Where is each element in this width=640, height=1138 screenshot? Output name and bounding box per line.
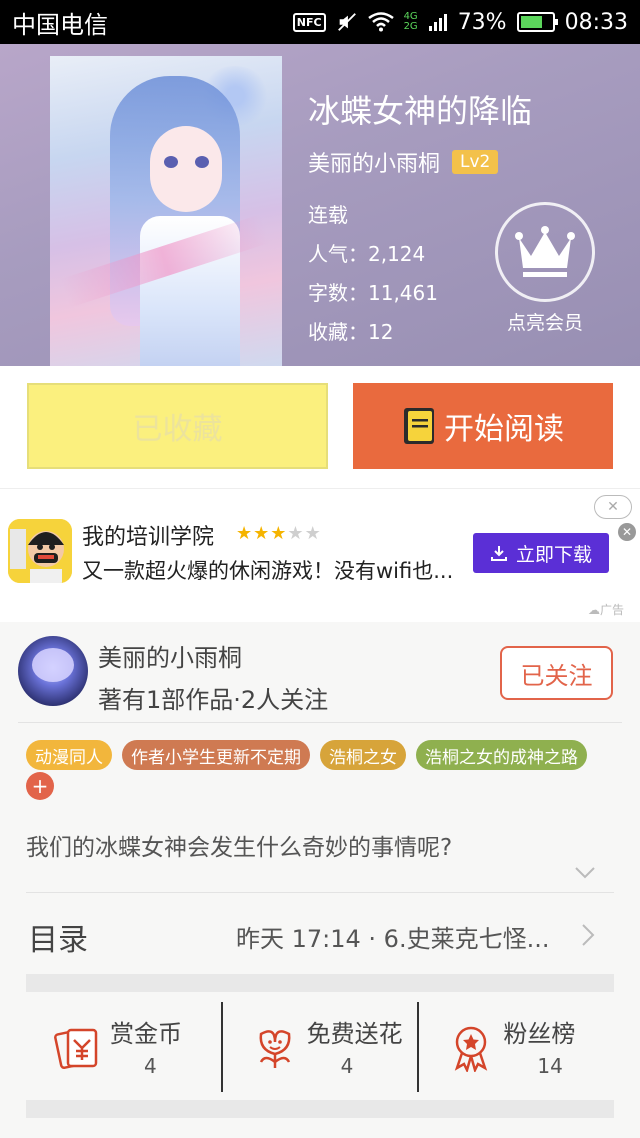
- support-actions: 赏金币 4 免费送花 4 粉丝榜 14: [26, 1002, 614, 1092]
- tag-chip[interactable]: 浩桐之女: [320, 740, 406, 770]
- network-bottom: 2G: [403, 21, 418, 32]
- section-separator: [26, 1100, 614, 1118]
- star-empty-icon: ★: [304, 523, 322, 544]
- ad-download-button[interactable]: 立即下载: [473, 533, 609, 573]
- clock: 08:33: [564, 9, 628, 35]
- tag-list: 动漫同人 作者小学生更新不定期 浩桐之女 浩桐之女的成神之路: [26, 740, 587, 770]
- chevron-down-icon[interactable]: [574, 866, 596, 880]
- start-reading-button[interactable]: 开始阅读: [353, 383, 613, 469]
- add-tag-button[interactable]: +: [26, 772, 54, 800]
- send-flowers-count: 4: [340, 1054, 354, 1078]
- tag-chip[interactable]: 作者小学生更新不定期: [122, 740, 310, 770]
- battery-icon: [516, 12, 558, 32]
- fan-ranking-label: 粉丝榜: [503, 1020, 576, 1048]
- table-of-contents-row[interactable]: 目录 昨天 17:14 · 6.史莱克七怪...: [0, 893, 640, 973]
- ad-tag: ☁广告: [588, 603, 625, 617]
- send-flowers-button[interactable]: 免费送花 4: [220, 1002, 418, 1092]
- ad-rating: ★★★★★: [236, 523, 322, 544]
- book-title: 冰蝶女神的降临: [308, 92, 533, 130]
- collected-button[interactable]: 已收藏: [27, 383, 328, 469]
- ad-description: 又一款超火爆的休闲游戏！没有wifi也...: [82, 559, 454, 583]
- book-cover[interactable]: [50, 56, 282, 366]
- book-icon: [404, 408, 434, 444]
- author-name[interactable]: 美丽的小雨桐: [98, 638, 242, 673]
- star-filled-icon: ★: [270, 523, 288, 544]
- fan-ranking-count: 14: [537, 1054, 563, 1078]
- status-icons: NFC 4G 2G 73% 08:33: [292, 9, 628, 35]
- divider: [18, 722, 622, 723]
- latest-chapter: 昨天 17:14 · 6.史莱克七怪...: [236, 925, 550, 953]
- vip-label: 点亮会员: [506, 312, 583, 334]
- ad-banner[interactable]: 我的培训学院 ★★★★★ 又一款超火爆的休闲游戏！没有wifi也... 立即下载…: [0, 488, 640, 622]
- nfc-icon: NFC: [292, 12, 326, 32]
- star-filled-icon: ★: [236, 523, 254, 544]
- crown-icon: [495, 202, 595, 302]
- start-reading-label: 开始阅读: [444, 412, 564, 447]
- download-icon: [490, 546, 507, 561]
- follow-button[interactable]: 已关注: [500, 646, 613, 700]
- mute-icon: [337, 13, 356, 31]
- ad-tag-text: 广告: [600, 603, 625, 617]
- book-favorites: 收藏：12: [308, 320, 394, 344]
- book-info: 连载 人气：2,124 字数：11,461 收藏：12: [308, 196, 438, 352]
- chevron-right-icon: [582, 924, 595, 946]
- book-header: 冰蝶女神的降临 美丽的小雨桐 Lv2 连载 人气：2,124 字数：11,461…: [0, 44, 640, 366]
- wifi-icon: [367, 12, 394, 32]
- red-envelope-yen-icon: [54, 1028, 98, 1070]
- star-empty-icon: ★: [287, 523, 305, 544]
- ad-download-label: 立即下载: [515, 543, 592, 566]
- network-type: 4G 2G: [404, 12, 418, 32]
- reward-coins-label: 赏金币: [110, 1020, 182, 1048]
- book-popularity: 人气：2,124: [308, 242, 426, 266]
- battery-percent: 73%: [457, 9, 507, 35]
- send-flowers-label: 免费送花: [306, 1020, 403, 1048]
- signal-icon: [428, 14, 447, 31]
- tag-chip[interactable]: 动漫同人: [26, 740, 112, 770]
- book-status: 连载: [308, 203, 348, 227]
- book-word-count: 字数：11,461: [308, 281, 438, 305]
- author-stats: 著有1部作品·2人关注: [98, 686, 329, 714]
- medal-icon: [455, 1026, 488, 1072]
- reward-coins-button[interactable]: 赏金币 4: [26, 1002, 221, 1092]
- star-filled-icon: ★: [253, 523, 271, 544]
- details-section: 美丽的小雨桐 著有1部作品·2人关注 已关注 动漫同人 作者小学生更新不定期 浩…: [0, 622, 640, 1138]
- reward-coins-count: 4: [144, 1054, 157, 1078]
- vip-button[interactable]: 点亮会员: [490, 202, 600, 335]
- level-badge: Lv2: [452, 150, 499, 174]
- ad-dismiss-icon[interactable]: ✕: [594, 495, 632, 519]
- ad-title: 我的培训学院: [82, 525, 215, 550]
- flower-icon: [259, 1030, 291, 1068]
- book-author-link[interactable]: 美丽的小雨桐: [308, 146, 440, 178]
- ad-close-icon[interactable]: ✕: [618, 523, 636, 541]
- author-row: 美丽的小雨桐 Lv2: [308, 146, 499, 178]
- book-synopsis: 我们的冰蝶女神会发生什么奇妙的事情呢?: [26, 835, 453, 861]
- toc-label: 目录: [28, 923, 88, 958]
- game-app-icon: [8, 519, 72, 583]
- author-avatar[interactable]: [18, 636, 88, 706]
- section-separator: [26, 974, 614, 992]
- action-bar: 已收藏 开始阅读: [0, 366, 640, 488]
- carrier-name: 中国电信: [12, 10, 108, 39]
- status-bar: 中国电信 NFC 4G 2G 73% 08:33: [0, 0, 640, 44]
- tag-chip[interactable]: 浩桐之女的成神之路: [416, 740, 587, 770]
- fan-ranking-button[interactable]: 粉丝榜 14: [417, 1002, 614, 1092]
